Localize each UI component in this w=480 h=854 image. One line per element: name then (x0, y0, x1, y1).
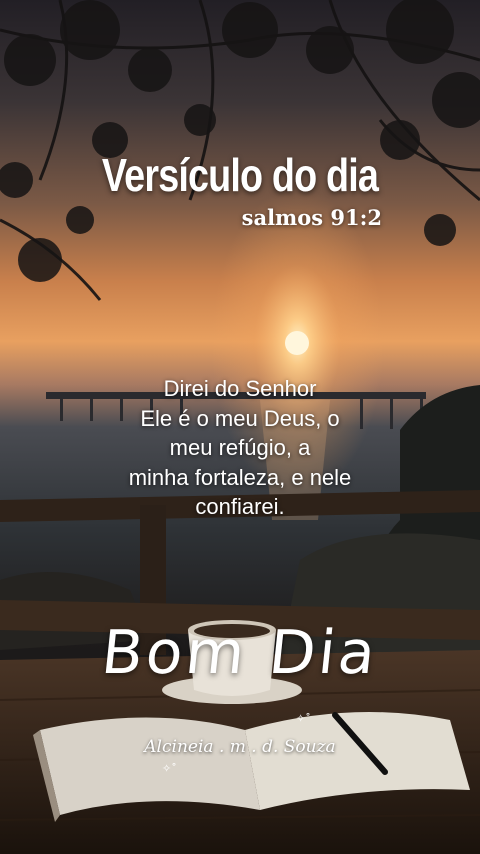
headline-title: Versículo do dia (101, 149, 379, 201)
verse-line: confiarei. (195, 494, 285, 519)
bible-reference: salmos 91:2 (241, 205, 382, 230)
author-signature: Alcineia . m . d. Souza (144, 737, 336, 757)
sparkle-icon: ✧˚ (162, 762, 177, 775)
verse-line: Ele é o meu Deus, o (140, 405, 340, 431)
photo-card: Versículo do dia salmos 91:2 Direi do Se… (0, 0, 480, 854)
greeting-text: Bom Dia (98, 618, 382, 688)
verse-text: Direi do Senhor Ele é o meu Deus, o meu … (80, 374, 400, 522)
verse-line: minha fortaleza, e nele (128, 464, 352, 490)
verse-line: Direi do Senhor (163, 376, 317, 401)
sparkle-icon: ✧˚ (296, 712, 311, 725)
verse-line: meu refúgio, a (169, 435, 311, 460)
